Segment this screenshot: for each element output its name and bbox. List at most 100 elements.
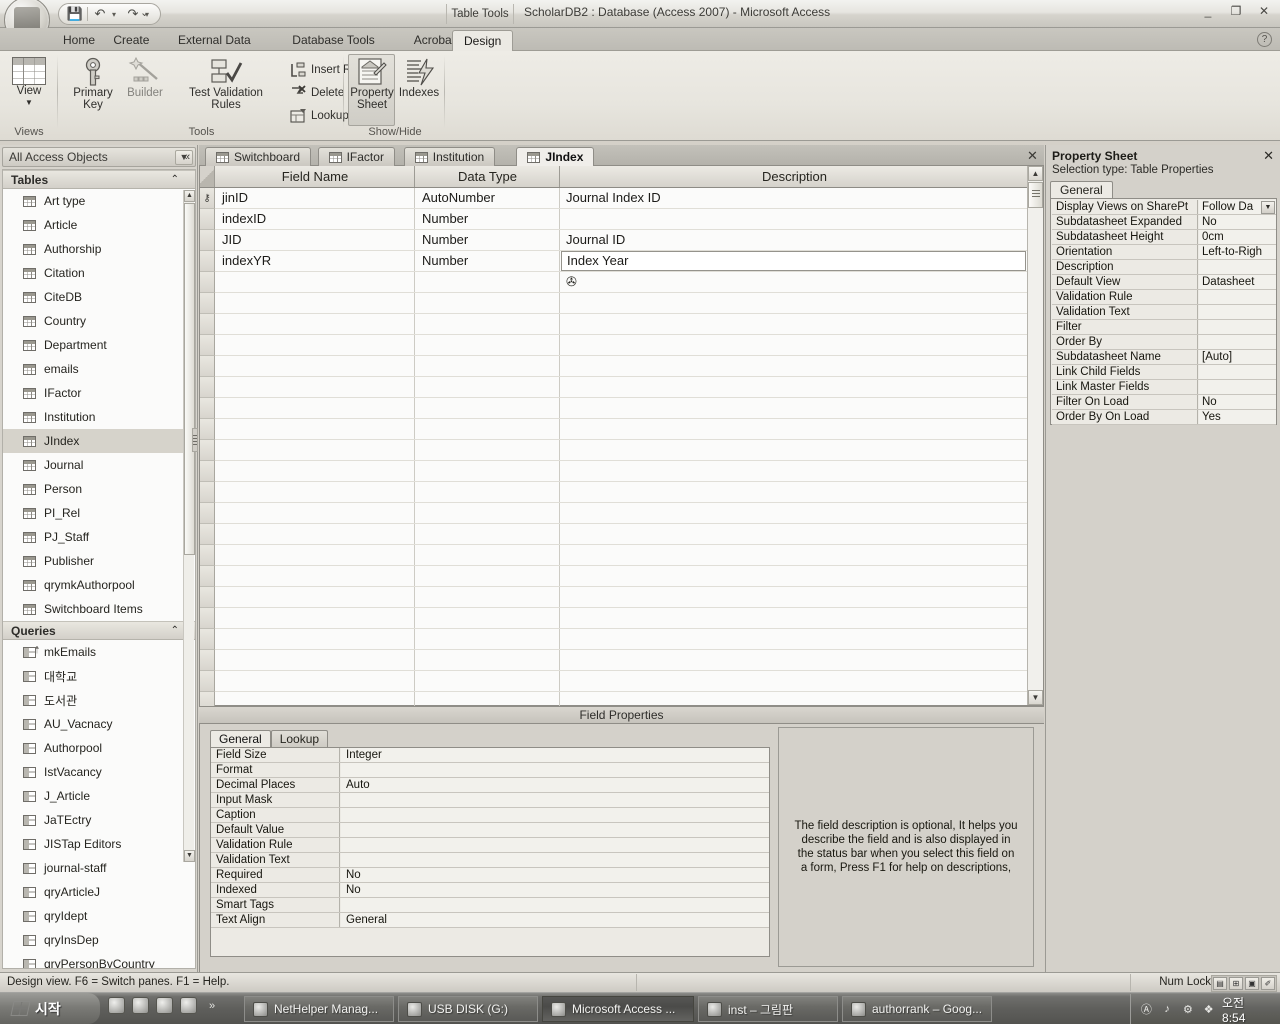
document-tab-jindex[interactable]: JIndex — [516, 147, 595, 166]
property-row[interactable]: Filter — [1052, 320, 1276, 335]
row-selector[interactable] — [200, 482, 215, 503]
grid-row[interactable] — [200, 524, 1043, 545]
cell-empty[interactable] — [561, 335, 1026, 355]
cell-empty[interactable] — [216, 524, 415, 544]
internet-explorer-icon[interactable] — [132, 997, 149, 1014]
row-selector[interactable] — [200, 461, 215, 482]
row-selector[interactable] — [200, 377, 215, 398]
property-value[interactable]: Left-to-Righ — [1199, 245, 1276, 259]
quicklaunch-overflow-icon[interactable]: » — [209, 1000, 215, 1012]
grid-row[interactable] — [200, 356, 1043, 377]
grid-row[interactable] — [200, 650, 1043, 671]
grid-row[interactable]: indexID Number — [200, 209, 1043, 230]
field-property-row[interactable]: Format — [211, 763, 769, 778]
nav-item-도서관[interactable]: 도서관 — [3, 688, 195, 712]
field-property-value[interactable] — [341, 853, 769, 867]
grid-row[interactable] — [200, 671, 1043, 692]
grid-row[interactable] — [200, 314, 1043, 335]
taskbar-button[interactable]: USB DISK (G:) — [398, 996, 538, 1022]
cell-description[interactable] — [561, 209, 1026, 229]
property-value[interactable] — [1199, 290, 1276, 304]
row-selector[interactable] — [200, 671, 215, 692]
nav-group-header-queries[interactable]: Queries ⌃ — [3, 621, 195, 640]
scroll-down-icon[interactable]: ▼ — [1028, 690, 1043, 705]
grid-row[interactable] — [200, 440, 1043, 461]
property-row[interactable]: Validation Text — [1052, 305, 1276, 320]
grid-corner-selector[interactable] — [200, 166, 215, 187]
grid-row[interactable] — [200, 545, 1043, 566]
cell-empty[interactable] — [561, 566, 1026, 586]
primary-key-button[interactable]: Primary Key — [67, 57, 119, 111]
cell-data-type[interactable]: Number — [416, 230, 560, 250]
row-selector[interactable] — [200, 272, 215, 293]
cell-empty[interactable] — [416, 398, 560, 418]
property-row[interactable]: Order By — [1052, 335, 1276, 350]
nav-item-journal[interactable]: Journal — [3, 453, 195, 477]
nav-item-대학교[interactable]: 대학교 — [3, 664, 195, 688]
grid-row[interactable] — [200, 503, 1043, 524]
property-value[interactable] — [1199, 380, 1276, 394]
grid-row[interactable]: indexYR Number Index Year — [200, 251, 1043, 272]
row-selector[interactable] — [200, 230, 215, 251]
row-selector[interactable] — [200, 419, 215, 440]
property-value[interactable]: No — [1199, 395, 1276, 409]
cell-empty[interactable] — [216, 503, 415, 523]
cell-empty[interactable] — [561, 608, 1026, 628]
property-row[interactable]: Subdatasheet Name [Auto] — [1052, 350, 1276, 365]
nav-item-person[interactable]: Person — [3, 477, 195, 501]
row-selector[interactable] — [200, 356, 215, 377]
field-property-row[interactable]: Required No — [211, 868, 769, 883]
cell-empty[interactable] — [216, 545, 415, 565]
scroll-up-icon[interactable]: ▲ — [184, 190, 195, 202]
property-value[interactable]: No — [1199, 215, 1276, 229]
row-selector[interactable] — [200, 545, 215, 566]
settings-tray-icon[interactable]: ⚙ — [1181, 1002, 1196, 1017]
property-value[interactable] — [1199, 335, 1276, 349]
cell-empty[interactable] — [416, 314, 560, 334]
cell-empty[interactable] — [216, 482, 415, 502]
column-header-data-type[interactable]: Data Type — [416, 166, 560, 187]
scrollbar-thumb[interactable] — [1028, 182, 1043, 208]
close-button[interactable]: ✕ — [1254, 3, 1274, 19]
field-property-value[interactable] — [341, 838, 769, 852]
taskbar-button[interactable]: authorrank – Goog... — [842, 996, 992, 1022]
cell-empty[interactable] — [416, 419, 560, 439]
nav-item-department[interactable]: Department — [3, 333, 195, 357]
row-selector[interactable] — [200, 608, 215, 629]
pivot-view-icon[interactable]: ▣ — [1245, 977, 1259, 990]
cell-empty[interactable] — [561, 503, 1026, 523]
nav-item-qrypersonbycountry[interactable]: qryPersonByCountry — [3, 952, 195, 968]
row-selector[interactable] — [200, 209, 215, 230]
undo-icon[interactable]: ↶ — [90, 5, 110, 23]
help-icon[interactable]: ? — [1257, 32, 1272, 47]
grid-row[interactable] — [200, 335, 1043, 356]
nav-item-j_article[interactable]: J_Article — [3, 784, 195, 808]
field-property-row[interactable]: Decimal Places Auto — [211, 778, 769, 793]
nav-item-mkemails[interactable]: mkEmails — [3, 640, 195, 664]
property-row[interactable]: Display Views on SharePt Follow Da ▼ — [1052, 200, 1276, 215]
grid-row[interactable] — [200, 587, 1043, 608]
row-selector[interactable] — [200, 503, 215, 524]
cell-empty[interactable] — [216, 587, 415, 607]
start-button[interactable]: 시작 — [0, 993, 100, 1024]
field-property-value[interactable]: Auto — [341, 778, 769, 792]
column-header-field-name[interactable]: Field Name — [216, 166, 415, 187]
view-button[interactable]: View ▼ — [8, 57, 50, 109]
nav-group-header-tables[interactable]: Tables ⌃ — [3, 170, 195, 189]
row-selector[interactable] — [200, 293, 215, 314]
taskbar-button[interactable]: inst – 그림판 — [698, 996, 838, 1022]
nav-item-authorpool[interactable]: Authorpool — [3, 736, 195, 760]
grid-row[interactable] — [200, 608, 1043, 629]
document-tab-switchboard[interactable]: Switchboard — [205, 147, 312, 166]
cell-empty[interactable] — [561, 419, 1026, 439]
property-value[interactable]: Yes — [1199, 410, 1276, 424]
row-selector[interactable] — [200, 587, 215, 608]
cell-empty[interactable] — [416, 545, 560, 565]
cell-empty[interactable] — [416, 461, 560, 481]
cell-description[interactable]: Index Year — [561, 251, 1026, 271]
row-selector[interactable] — [200, 524, 215, 545]
datasheet-view-icon[interactable]: ⊞ — [1229, 977, 1243, 990]
cell-empty[interactable] — [216, 671, 415, 691]
grid-row[interactable] — [200, 482, 1043, 503]
scrollbar-thumb[interactable] — [184, 203, 195, 555]
